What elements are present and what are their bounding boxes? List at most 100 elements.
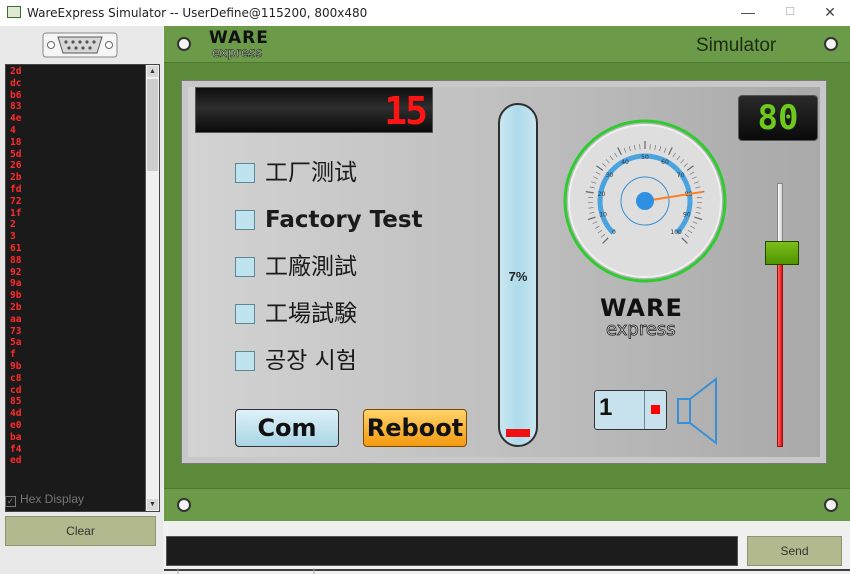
gauge-tick-label: 90	[683, 212, 691, 219]
secondary-seven-segment-display: 80	[738, 95, 818, 141]
simulator-frame: WARE express Simulator 15 工厂测试 Factory Te…	[164, 26, 850, 522]
log-line: f	[10, 349, 16, 361]
serial-log[interactable]: 2d dc b6 83 4e 4 18 5d 26 2b fd 72 1f 2 3 61 88 92 9a 9b 2b a…	[5, 64, 160, 512]
log-line: f4	[10, 443, 22, 455]
slider-track-filled[interactable]	[777, 261, 783, 447]
checkbox-label: 工廠測試	[265, 254, 357, 280]
log-line: dc	[10, 77, 22, 89]
gauge-tick-label: 20	[598, 191, 606, 198]
slider-knob[interactable]	[765, 241, 799, 265]
log-line: 4d	[10, 408, 22, 420]
spinner-indicator[interactable]	[651, 405, 660, 414]
scroll-thumb[interactable]	[147, 79, 158, 171]
log-line: 9b	[10, 360, 22, 372]
logo-express: express	[212, 46, 263, 60]
checkbox[interactable]	[235, 351, 255, 371]
log-lines: 2d dc b6 83 4e 4 18 5d 26 2b fd 72 1f 2 3 61 88 92 9a 9b 2b a…	[10, 66, 146, 467]
spinner-value: 1	[599, 394, 613, 421]
gauge-tick-label: 10	[599, 212, 607, 219]
log-line: 4e	[10, 113, 22, 125]
hex-display-toggle[interactable]: ✓ Hex Display	[5, 492, 84, 507]
log-line: 73	[10, 325, 22, 337]
vertical-slider[interactable]	[765, 183, 799, 447]
log-line: 1f	[10, 207, 22, 219]
log-line: c8	[10, 372, 22, 384]
checkbox-label: 공장 시험	[265, 348, 357, 374]
checkbox[interactable]	[235, 304, 255, 324]
maximize-button[interactable]: ☐	[770, 0, 810, 26]
lcd-screen: 15 工厂测试 Factory Test 工廠測試 工場試験 공장 시험 Com Reb…	[181, 80, 827, 464]
scroll-down-icon[interactable]: ▼	[147, 499, 158, 510]
spinner-divider	[644, 391, 645, 429]
clear-button[interactable]: Clear	[5, 516, 156, 546]
checkbox-label: 工厂测试	[265, 160, 357, 186]
gauge-tick-label: 100	[670, 229, 682, 236]
log-line: fd	[10, 183, 22, 195]
log-line: 72	[10, 195, 22, 207]
log-line: 18	[10, 136, 22, 148]
thermometer-percent: 7%	[508, 269, 528, 284]
resize-grip[interactable]	[164, 568, 850, 574]
hex-display-checkbox[interactable]: ✓	[5, 496, 16, 507]
log-line: 2d	[10, 66, 22, 77]
checkbox[interactable]	[235, 210, 255, 230]
checkbox-label: 工場試験	[265, 301, 357, 327]
speaker-icon[interactable]	[676, 377, 722, 445]
gauge-hub	[636, 192, 654, 210]
log-line: 85	[10, 396, 22, 408]
speedometer-gauge: 0102030405060708090100	[563, 119, 727, 283]
log-line: e0	[10, 419, 22, 431]
hex-display-label: Hex Display	[20, 492, 85, 506]
window-title-bar: WareExpress Simulator -- UserDefine@1152…	[0, 0, 850, 26]
gauge-tick-label: 40	[621, 159, 629, 166]
scroll-up-icon[interactable]: ▲	[147, 66, 158, 77]
gauge-tick-label: 30	[606, 172, 614, 179]
log-line: ba	[10, 431, 22, 443]
screw-icon	[824, 37, 838, 51]
minimize-button[interactable]: —	[728, 0, 768, 26]
log-line: cd	[10, 384, 22, 396]
spinner-control[interactable]: 1	[594, 390, 667, 430]
checkbox[interactable]	[235, 257, 255, 277]
frame-header: WARE express Simulator	[164, 26, 850, 63]
counter-value: 15	[384, 89, 428, 133]
log-line: 88	[10, 254, 22, 266]
log-line: 9b	[10, 290, 22, 302]
log-line: 9a	[10, 278, 22, 290]
log-scrollbar[interactable]: ▲ ▼	[145, 65, 159, 511]
log-line: 26	[10, 160, 22, 172]
screen-logo-express: express	[606, 319, 676, 340]
log-line: aa	[10, 313, 22, 325]
serial-panel: 2d dc b6 83 4e 4 18 5d 26 2b fd 72 1f 2 3 61 88 92 9a 9b 2b a…	[0, 26, 163, 574]
com-button[interactable]: Com	[235, 409, 339, 447]
window-title: WareExpress Simulator -- UserDefine@1152…	[27, 6, 368, 20]
send-bar: Send	[164, 521, 850, 574]
log-line: 3	[10, 231, 16, 243]
send-button[interactable]: Send	[747, 536, 842, 566]
close-button[interactable]: ✕	[810, 0, 850, 26]
log-line: 5a	[10, 337, 22, 349]
log-line: b6	[10, 89, 22, 101]
screen-surface: 15 工厂测试 Factory Test 工廠測試 工場試験 공장 시험 Com Reb…	[188, 87, 820, 457]
gauge-tick-label: 60	[661, 159, 669, 166]
serial-port-icon[interactable]	[42, 32, 118, 58]
screen-logo-ware: WARE	[600, 295, 683, 322]
log-line: 83	[10, 101, 22, 113]
log-line: ed	[10, 455, 22, 467]
checkbox[interactable]	[235, 163, 255, 183]
log-line: 2b	[10, 301, 22, 313]
gauge-tick-label: 70	[677, 172, 685, 179]
simulator-label: Simulator	[696, 35, 777, 56]
slider-track-empty[interactable]	[777, 183, 783, 247]
secondary-value: 80	[757, 98, 799, 138]
logo-ware: WARE	[209, 28, 269, 48]
log-line: 4	[10, 124, 16, 136]
reboot-button[interactable]: Reboot	[363, 409, 467, 447]
gauge-tick-label: 0	[612, 229, 616, 236]
send-input[interactable]	[166, 536, 738, 566]
log-line: 92	[10, 266, 22, 278]
log-line: 2	[10, 219, 16, 231]
log-line: 2b	[10, 172, 22, 184]
seven-segment-display: 15	[195, 87, 433, 133]
gauge-tick-label: 50	[641, 154, 649, 161]
